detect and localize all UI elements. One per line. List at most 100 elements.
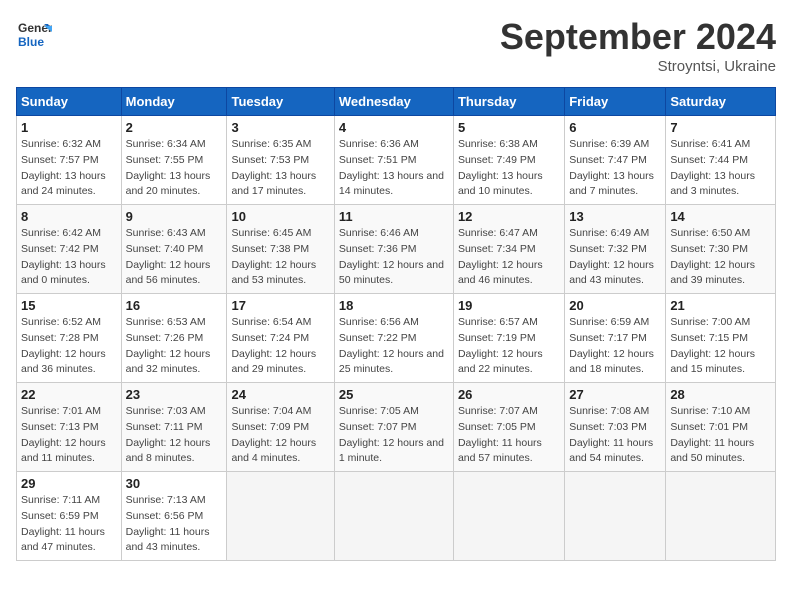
day-cell: 9 Sunrise: 6:43 AMSunset: 7:40 PMDayligh… — [121, 205, 227, 294]
svg-text:Blue: Blue — [18, 35, 44, 49]
day-number: 23 — [126, 387, 223, 402]
day-cell: 14 Sunrise: 6:50 AMSunset: 7:30 PMDaylig… — [666, 205, 776, 294]
day-detail: Sunrise: 6:52 AMSunset: 7:28 PMDaylight:… — [21, 316, 106, 375]
week-row-4: 22 Sunrise: 7:01 AMSunset: 7:13 PMDaylig… — [17, 383, 776, 472]
day-detail: Sunrise: 6:41 AMSunset: 7:44 PMDaylight:… — [670, 138, 755, 197]
day-cell: 5 Sunrise: 6:38 AMSunset: 7:49 PMDayligh… — [453, 116, 564, 205]
day-cell: 6 Sunrise: 6:39 AMSunset: 7:47 PMDayligh… — [565, 116, 666, 205]
day-number: 18 — [339, 298, 449, 313]
day-number: 17 — [231, 298, 329, 313]
day-cell: 2 Sunrise: 6:34 AMSunset: 7:55 PMDayligh… — [121, 116, 227, 205]
day-cell: 16 Sunrise: 6:53 AMSunset: 7:26 PMDaylig… — [121, 294, 227, 383]
day-detail: Sunrise: 6:36 AMSunset: 7:51 PMDaylight:… — [339, 138, 444, 197]
day-number: 3 — [231, 120, 329, 135]
logo-icon: General Blue — [16, 16, 52, 52]
weekday-friday: Friday — [565, 88, 666, 116]
weekday-sunday: Sunday — [17, 88, 122, 116]
day-cell: 22 Sunrise: 7:01 AMSunset: 7:13 PMDaylig… — [17, 383, 122, 472]
day-number: 16 — [126, 298, 223, 313]
day-cell — [565, 472, 666, 561]
day-cell: 24 Sunrise: 7:04 AMSunset: 7:09 PMDaylig… — [227, 383, 334, 472]
day-detail: Sunrise: 6:38 AMSunset: 7:49 PMDaylight:… — [458, 138, 543, 197]
week-row-3: 15 Sunrise: 6:52 AMSunset: 7:28 PMDaylig… — [17, 294, 776, 383]
day-detail: Sunrise: 6:59 AMSunset: 7:17 PMDaylight:… — [569, 316, 654, 375]
title-area: September 2024 Stroyntsi, Ukraine — [500, 16, 776, 75]
week-row-5: 29 Sunrise: 7:11 AMSunset: 6:59 PMDaylig… — [17, 472, 776, 561]
day-cell: 21 Sunrise: 7:00 AMSunset: 7:15 PMDaylig… — [666, 294, 776, 383]
day-cell: 30 Sunrise: 7:13 AMSunset: 6:56 PMDaylig… — [121, 472, 227, 561]
day-cell: 27 Sunrise: 7:08 AMSunset: 7:03 PMDaylig… — [565, 383, 666, 472]
day-number: 5 — [458, 120, 560, 135]
day-detail: Sunrise: 6:49 AMSunset: 7:32 PMDaylight:… — [569, 227, 654, 286]
day-detail: Sunrise: 7:01 AMSunset: 7:13 PMDaylight:… — [21, 405, 106, 464]
day-number: 7 — [670, 120, 771, 135]
weekday-tuesday: Tuesday — [227, 88, 334, 116]
day-cell: 25 Sunrise: 7:05 AMSunset: 7:07 PMDaylig… — [334, 383, 453, 472]
day-detail: Sunrise: 7:08 AMSunset: 7:03 PMDaylight:… — [569, 405, 653, 464]
day-cell — [666, 472, 776, 561]
month-title: September 2024 — [500, 16, 776, 58]
day-detail: Sunrise: 6:53 AMSunset: 7:26 PMDaylight:… — [126, 316, 211, 375]
day-detail: Sunrise: 6:50 AMSunset: 7:30 PMDaylight:… — [670, 227, 755, 286]
day-cell — [334, 472, 453, 561]
day-cell: 18 Sunrise: 6:56 AMSunset: 7:22 PMDaylig… — [334, 294, 453, 383]
day-number: 21 — [670, 298, 771, 313]
day-number: 24 — [231, 387, 329, 402]
day-detail: Sunrise: 6:32 AMSunset: 7:57 PMDaylight:… — [21, 138, 106, 197]
week-row-1: 1 Sunrise: 6:32 AMSunset: 7:57 PMDayligh… — [17, 116, 776, 205]
day-cell: 1 Sunrise: 6:32 AMSunset: 7:57 PMDayligh… — [17, 116, 122, 205]
day-number: 12 — [458, 209, 560, 224]
day-cell — [453, 472, 564, 561]
day-cell: 29 Sunrise: 7:11 AMSunset: 6:59 PMDaylig… — [17, 472, 122, 561]
day-number: 1 — [21, 120, 117, 135]
day-cell: 15 Sunrise: 6:52 AMSunset: 7:28 PMDaylig… — [17, 294, 122, 383]
day-detail: Sunrise: 7:03 AMSunset: 7:11 PMDaylight:… — [126, 405, 211, 464]
day-detail: Sunrise: 6:47 AMSunset: 7:34 PMDaylight:… — [458, 227, 543, 286]
day-number: 14 — [670, 209, 771, 224]
day-cell: 19 Sunrise: 6:57 AMSunset: 7:19 PMDaylig… — [453, 294, 564, 383]
calendar-header: SundayMondayTuesdayWednesdayThursdayFrid… — [17, 88, 776, 116]
location-subtitle: Stroyntsi, Ukraine — [500, 58, 776, 75]
day-number: 13 — [569, 209, 661, 224]
day-detail: Sunrise: 6:46 AMSunset: 7:36 PMDaylight:… — [339, 227, 444, 286]
day-detail: Sunrise: 6:45 AMSunset: 7:38 PMDaylight:… — [231, 227, 316, 286]
day-cell: 26 Sunrise: 7:07 AMSunset: 7:05 PMDaylig… — [453, 383, 564, 472]
day-number: 27 — [569, 387, 661, 402]
day-number: 26 — [458, 387, 560, 402]
day-cell: 17 Sunrise: 6:54 AMSunset: 7:24 PMDaylig… — [227, 294, 334, 383]
day-number: 29 — [21, 476, 117, 491]
day-detail: Sunrise: 7:07 AMSunset: 7:05 PMDaylight:… — [458, 405, 542, 464]
day-cell: 8 Sunrise: 6:42 AMSunset: 7:42 PMDayligh… — [17, 205, 122, 294]
day-cell — [227, 472, 334, 561]
calendar-body: 1 Sunrise: 6:32 AMSunset: 7:57 PMDayligh… — [17, 116, 776, 561]
week-row-2: 8 Sunrise: 6:42 AMSunset: 7:42 PMDayligh… — [17, 205, 776, 294]
day-detail: Sunrise: 7:04 AMSunset: 7:09 PMDaylight:… — [231, 405, 316, 464]
day-cell: 20 Sunrise: 6:59 AMSunset: 7:17 PMDaylig… — [565, 294, 666, 383]
day-number: 19 — [458, 298, 560, 313]
day-number: 22 — [21, 387, 117, 402]
calendar-table: SundayMondayTuesdayWednesdayThursdayFrid… — [16, 87, 776, 561]
day-cell: 10 Sunrise: 6:45 AMSunset: 7:38 PMDaylig… — [227, 205, 334, 294]
day-cell: 13 Sunrise: 6:49 AMSunset: 7:32 PMDaylig… — [565, 205, 666, 294]
day-cell: 11 Sunrise: 6:46 AMSunset: 7:36 PMDaylig… — [334, 205, 453, 294]
day-cell: 4 Sunrise: 6:36 AMSunset: 7:51 PMDayligh… — [334, 116, 453, 205]
day-detail: Sunrise: 6:57 AMSunset: 7:19 PMDaylight:… — [458, 316, 543, 375]
day-cell: 28 Sunrise: 7:10 AMSunset: 7:01 PMDaylig… — [666, 383, 776, 472]
weekday-saturday: Saturday — [666, 88, 776, 116]
day-detail: Sunrise: 6:42 AMSunset: 7:42 PMDaylight:… — [21, 227, 106, 286]
day-detail: Sunrise: 7:00 AMSunset: 7:15 PMDaylight:… — [670, 316, 755, 375]
day-number: 8 — [21, 209, 117, 224]
day-detail: Sunrise: 6:43 AMSunset: 7:40 PMDaylight:… — [126, 227, 211, 286]
day-number: 9 — [126, 209, 223, 224]
day-detail: Sunrise: 6:56 AMSunset: 7:22 PMDaylight:… — [339, 316, 444, 375]
weekday-wednesday: Wednesday — [334, 88, 453, 116]
day-detail: Sunrise: 7:10 AMSunset: 7:01 PMDaylight:… — [670, 405, 754, 464]
day-number: 4 — [339, 120, 449, 135]
day-detail: Sunrise: 6:34 AMSunset: 7:55 PMDaylight:… — [126, 138, 211, 197]
day-number: 6 — [569, 120, 661, 135]
logo: General Blue — [16, 16, 52, 52]
day-detail: Sunrise: 6:39 AMSunset: 7:47 PMDaylight:… — [569, 138, 654, 197]
day-number: 2 — [126, 120, 223, 135]
header: General Blue September 2024 Stroyntsi, U… — [16, 16, 776, 75]
day-cell: 12 Sunrise: 6:47 AMSunset: 7:34 PMDaylig… — [453, 205, 564, 294]
